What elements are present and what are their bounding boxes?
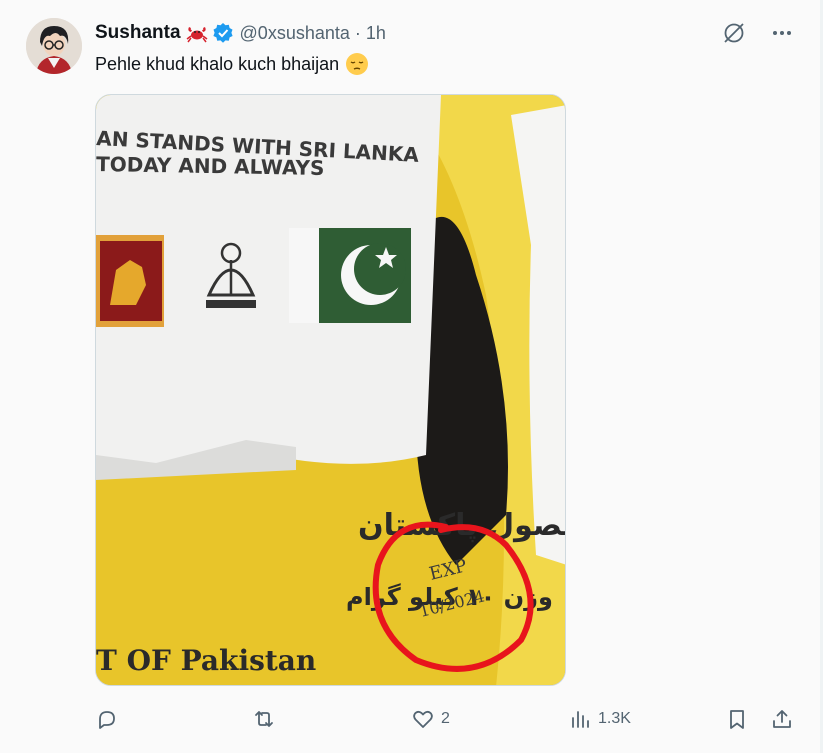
bookmark-icon <box>730 710 744 729</box>
timestamp[interactable]: 1h <box>366 23 386 44</box>
more-icon[interactable] <box>769 20 795 46</box>
reply-button[interactable] <box>95 704 125 734</box>
views-button[interactable]: 1.3K <box>568 704 631 734</box>
pakistan-flag-icon <box>289 228 411 323</box>
tweet-text-body: Pehle khud khalo kuch bhaijan <box>95 53 340 74</box>
tweet-header: Sushanta @0xsushanta · 1h <box>95 20 386 46</box>
tweet-actions: 2 1.3K <box>95 704 795 734</box>
like-button[interactable]: 2 <box>411 704 450 734</box>
separator-dot: · <box>354 22 361 43</box>
avatar[interactable] <box>26 18 82 74</box>
verified-badge-icon[interactable] <box>212 22 234 44</box>
retweet-icon <box>255 711 273 727</box>
grok-icon[interactable] <box>721 20 747 46</box>
tweet-top-icons <box>721 20 795 46</box>
like-count: 2 <box>441 710 450 727</box>
user-handle[interactable]: @0xsushanta <box>240 23 350 44</box>
display-name[interactable]: Sushanta <box>95 22 181 44</box>
tweet-image[interactable]: AN STANDS WITH SRI LANKA TODAY AND ALWAY… <box>95 94 566 686</box>
share-icon <box>773 710 791 728</box>
bookmark-button[interactable] <box>725 704 749 734</box>
views-count: 1.3K <box>598 710 631 727</box>
tweet-card[interactable]: Sushanta @0xsushanta · 1h Pehle khud kha… <box>0 0 823 753</box>
crab-emoji-icon <box>186 23 208 43</box>
retweet-button[interactable] <box>252 704 282 734</box>
tweet-text: Pehle khud khalo kuch bhaijan <box>95 52 369 76</box>
pensive-face-emoji-icon <box>345 52 369 76</box>
heart-icon <box>413 710 433 728</box>
share-button[interactable] <box>770 704 794 734</box>
paper-text-line2: TODAY AND ALWAYS <box>96 152 325 180</box>
sri-lanka-flag-icon <box>96 235 164 327</box>
views-chart-icon <box>572 711 589 728</box>
reply-icon <box>99 711 115 729</box>
bag-english-text: T OF Pakistan <box>96 644 316 677</box>
